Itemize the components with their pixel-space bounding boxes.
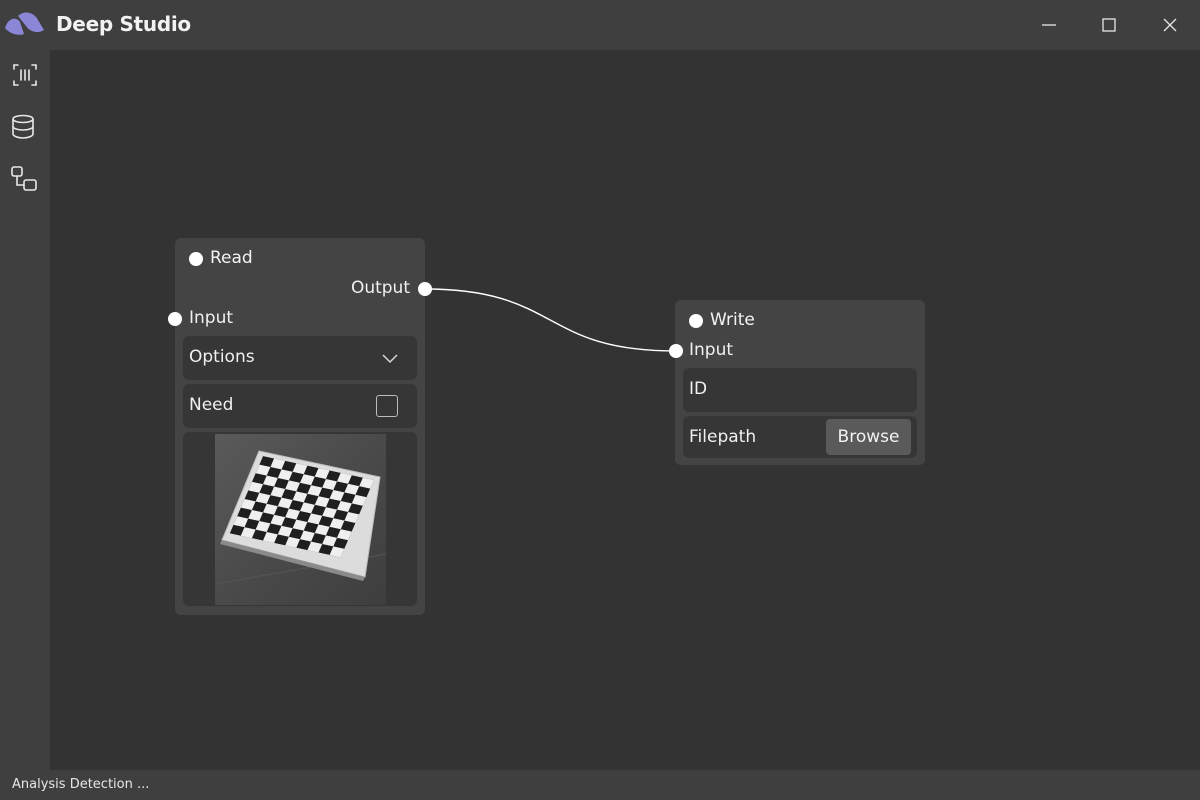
write-status-dot: [689, 314, 703, 328]
read-output-label: Output: [350, 278, 410, 298]
read-input-port[interactable]: [168, 312, 182, 326]
read-status-dot: [189, 252, 203, 266]
id-field[interactable]: ID: [683, 368, 917, 412]
read-node-title: Read: [210, 248, 253, 268]
id-label: ID: [689, 379, 708, 399]
read-output-port[interactable]: [418, 282, 432, 296]
browse-button[interactable]: Browse: [826, 419, 911, 455]
checkerboard-image: [215, 434, 386, 605]
options-label: Options: [189, 347, 255, 367]
read-input-label: Input: [189, 308, 234, 328]
need-checkbox[interactable]: [376, 395, 398, 417]
filepath-label: Filepath: [689, 427, 757, 447]
write-input-port[interactable]: [669, 344, 683, 358]
status-text: Analysis Detection ...: [12, 777, 150, 792]
need-row: Need: [183, 384, 417, 428]
need-label: Need: [189, 395, 234, 415]
write-input-label: Input: [689, 340, 734, 360]
write-node-title: Write: [710, 310, 755, 330]
read-node[interactable]: Read Output Input Options Need: [168, 238, 432, 615]
filepath-row: Filepath Browse: [683, 416, 917, 458]
status-bar: Analysis Detection ...: [0, 770, 1200, 800]
options-dropdown[interactable]: Options: [183, 336, 417, 380]
image-preview-panel: [183, 432, 417, 606]
write-node[interactable]: Write Input ID Filepath Browse: [669, 300, 925, 465]
chevron-down-icon: [382, 354, 398, 364]
